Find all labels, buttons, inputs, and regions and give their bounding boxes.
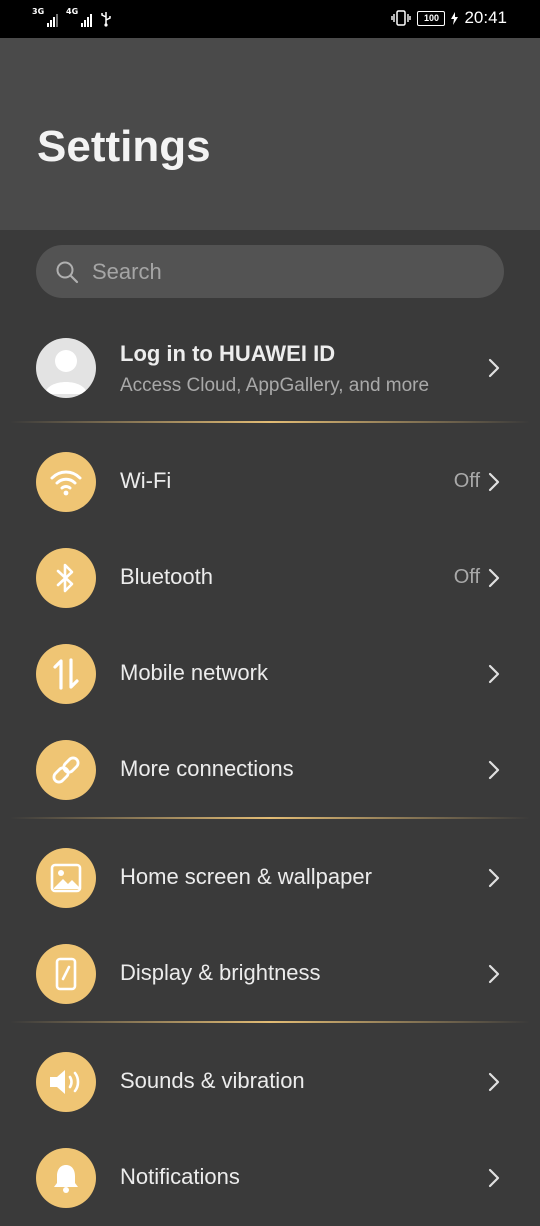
speaker-icon [36, 1052, 96, 1112]
chevron-right-icon [488, 1072, 500, 1092]
charging-icon [451, 11, 459, 25]
section-divider [10, 1021, 530, 1023]
status-left: 3G 4G [32, 7, 112, 27]
settings-item-display-brightness[interactable]: Display & brightness [0, 926, 540, 1022]
bluetooth-status: Off [453, 566, 480, 588]
settings-item-label: Wi-Fi [120, 468, 172, 493]
bluetooth-icon [36, 548, 96, 608]
avatar-icon [36, 338, 96, 398]
settings-item-label: Notifications [120, 1164, 240, 1189]
usb-icon [101, 12, 111, 27]
sim1-type: 3G [32, 7, 45, 16]
settings-item-label: Home screen & wallpaper [120, 864, 372, 889]
chevron-right-icon [488, 868, 500, 888]
wifi-icon [36, 452, 96, 512]
chevron-right-icon [488, 1168, 500, 1188]
display-icon [36, 944, 96, 1004]
settings-item-wifi[interactable]: Wi-Fi Off [0, 434, 540, 530]
bell-icon [36, 1148, 96, 1208]
page-title: Settings [37, 122, 211, 171]
settings-item-label: Mobile network [120, 660, 268, 685]
chevron-right-icon [488, 358, 500, 378]
settings-item-bluetooth[interactable]: Bluetooth Off [0, 530, 540, 626]
settings-item-home-screen-wallpaper[interactable]: Home screen & wallpaper [0, 830, 540, 926]
sim1-signal-icon: 3G [32, 7, 58, 27]
sim2-signal-icon: 4G [66, 7, 92, 27]
search-bar[interactable] [36, 245, 504, 298]
settings-item-label: More connections [120, 756, 294, 781]
wifi-status: Off [453, 470, 480, 492]
huawei-id-login-item[interactable]: Log in to HUAWEI ID Access Cloud, AppGal… [0, 330, 540, 410]
sim2-type: 4G [66, 7, 79, 16]
settings-item-notifications[interactable]: Notifications [0, 1130, 540, 1226]
battery-indicator: 100 [417, 10, 446, 26]
settings-item-label: Bluetooth [120, 564, 213, 589]
vibrate-icon [391, 10, 412, 26]
chevron-right-icon [488, 760, 500, 780]
mobile-data-icon [36, 644, 96, 704]
clock: 20:41 [464, 8, 507, 27]
image-icon [36, 848, 96, 908]
section-divider [10, 421, 530, 423]
account-subtitle: Access Cloud, AppGallery, and more [120, 375, 430, 396]
chevron-right-icon [488, 568, 500, 588]
section-divider [10, 817, 530, 819]
settings-item-mobile-network[interactable]: Mobile network [0, 626, 540, 722]
search-icon [56, 261, 79, 284]
search-input[interactable] [90, 253, 474, 291]
settings-item-label: Sounds & vibration [120, 1068, 305, 1093]
chevron-right-icon [488, 964, 500, 984]
chevron-right-icon [488, 472, 500, 492]
link-icon [36, 740, 96, 800]
account-title: Log in to HUAWEI ID [120, 341, 336, 366]
page-header: Settings [0, 38, 540, 230]
status-right: 100 20:41 [391, 8, 507, 28]
settings-item-sounds-vibration[interactable]: Sounds & vibration [0, 1034, 540, 1130]
status-bar: 3G 4G 100 20:41 [0, 0, 540, 38]
settings-item-label: Display & brightness [120, 960, 321, 985]
chevron-right-icon [488, 664, 500, 684]
settings-item-more-connections[interactable]: More connections [0, 722, 540, 818]
